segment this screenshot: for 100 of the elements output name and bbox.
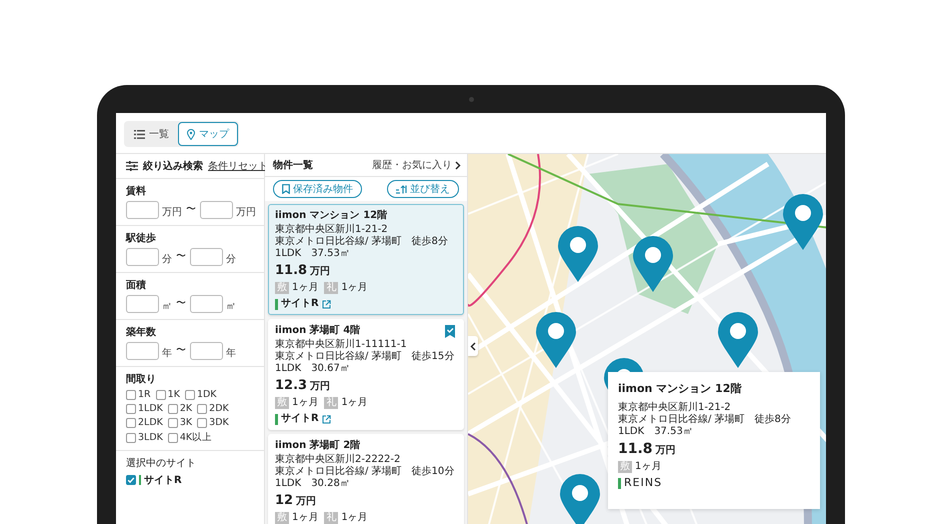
checkbox[interactable] [126,475,136,485]
checkbox-label: 3DK [209,417,229,428]
sort-button[interactable]: 並び替え [387,180,459,198]
bookmark-icon [282,184,290,194]
filter-label: 駅徒歩 [126,232,157,245]
input-field[interactable] [126,295,159,313]
checkbox-label: 2K [180,403,192,414]
filter-label: 築年数 [126,326,157,339]
list-title: 物件一覧 [273,158,314,172]
deposit-text: 1ヶ月 [292,397,318,409]
checkbox-label: 2LDK [138,417,163,428]
unit-label: 分 [226,253,236,266]
property-name: iimon マンション 12階 [618,381,742,396]
location-pin-icon[interactable] [560,474,600,524]
deposit-tag: 敷 [618,461,632,473]
collapse-handle[interactable] [468,336,478,356]
range-separator: 〜 [176,344,186,357]
unit-label: 分 [162,253,172,266]
property-card[interactable]: iimon 茅場町 4階 東京都中央区新川1-11111-1 東京メトロ日比谷線/ 茅場町 徒歩15分 1LDK 30.67㎡ 12.3 万円 敷 1ヶ月 礼 1ヶ月 サイトR [268,319,464,430]
external-link-icon[interactable] [322,414,331,424]
unit-label: 年 [226,347,236,360]
checkbox[interactable] [126,418,136,428]
layout-area-text: 1LDK 37.53㎡ [618,426,694,438]
unit-label: ㎡ [162,300,172,313]
external-link-icon[interactable] [322,300,331,308]
filter-title: 絞り込み検索 [143,159,203,173]
key-money-text: 1ヶ月 [341,397,368,409]
input-field[interactable] [190,248,223,266]
key-money-text: 1ヶ月 [341,282,368,294]
map-pin-icon [187,128,195,140]
deposit-tag: 敷 [275,512,289,524]
deposit-text: 1ヶ月 [635,461,662,473]
layout-area-text: 1LDK 37.53㎡ [275,248,351,260]
view-tab[interactable]: マップ [178,122,238,146]
address-text: 東京都中央区新川2-2222-2 [275,454,402,466]
price-text: 12 [275,493,294,509]
location-pin-icon[interactable] [783,194,823,250]
key-money-tag: 礼 [324,512,338,524]
range-separator: 〜 [186,203,196,216]
price-text: 11.8 [275,263,308,279]
price-text: 12.3 [275,378,308,394]
site-label: サイトR [281,298,319,310]
filter-label: 間取り [126,372,157,386]
input-field[interactable] [190,295,223,313]
address-text: 東京都中央区新川1-11111-1 [275,339,408,350]
price-unit: 万円 [656,444,676,458]
deposit-text: 1ヶ月 [292,512,318,524]
location-pin-icon[interactable] [633,236,673,292]
camera-icon [468,96,474,102]
key-money-tag: 礼 [324,282,338,294]
price-text: 11.8 [618,441,653,457]
sort-icon [396,184,407,194]
history-link[interactable]: 履歴・お気に入り [372,158,461,172]
filter-label: 選択中のサイト [126,456,197,470]
location-pin-icon[interactable] [558,226,598,282]
saved-button[interactable]: 保存済み物件 [273,180,362,198]
filter-label: 賃料 [126,184,147,198]
list-icon [134,130,145,138]
property-card[interactable]: iimon 茅場町 2階 東京都中央区新川2-2222-2 東京メトロ日比谷線/ 茅場町 徒歩10分 1LDK 30.28㎡ 12 万円 敷 1ヶ月 礼 1ヶ月 [268,434,464,524]
property-card[interactable]: iimon マンション 12階 東京都中央区新川1-21-2 東京メトロ日比谷線/ 茅場町 徒歩8分 1LDK 37.53㎡ 11.8 万円 敷 1ヶ月 礼 1ヶ月 サイトR [268,204,464,315]
address-text: 東京都中央区新川1-21-2 [275,224,389,236]
price-unit: 万円 [296,495,316,509]
price-unit: 万円 [310,380,330,394]
checkbox[interactable] [126,432,136,442]
checkbox-label: 4K以上 [180,431,212,444]
input-field[interactable] [126,201,159,219]
checkbox[interactable] [197,418,208,428]
view-tab[interactable]: 一覧 [125,122,178,146]
input-field[interactable] [126,342,159,360]
reset-link[interactable]: 条件リセット [208,159,268,173]
checkbox-label: 2DK [209,403,229,414]
checkbox[interactable] [184,390,195,400]
site-label: サイトR [144,474,182,487]
range-separator: 〜 [176,250,186,263]
location-pin-icon[interactable] [536,312,576,368]
unit-label: 万円 [236,206,256,219]
checkbox[interactable] [126,404,136,414]
checkbox[interactable] [126,390,136,400]
checkbox[interactable] [168,404,178,414]
bookmark-check-icon[interactable] [445,325,455,338]
location-pin-icon[interactable] [718,312,758,368]
access-text: 東京メトロ日比谷線/ 茅場町 徒歩8分 [275,236,449,248]
site-label: サイトR [281,413,319,425]
checkbox[interactable] [197,404,208,414]
checkbox-label: 1LDK [138,403,163,414]
layout-area-text: 1LDK 30.67㎡ [275,363,351,375]
input-field[interactable] [126,248,159,266]
input-field[interactable] [190,342,223,360]
checkbox-label: 1R [138,389,151,400]
unit-label: 万円 [162,206,182,219]
checkbox[interactable] [168,432,178,442]
price-unit: 万円 [310,265,330,279]
property-name: iimon 茅場町 4階 [275,324,360,337]
checkbox[interactable] [156,390,166,400]
unit-label: ㎡ [226,300,236,313]
access-text: 東京メトロ日比谷線/ 茅場町 徒歩10分 [275,466,456,478]
checkbox[interactable] [168,418,178,428]
unit-label: 年 [162,347,172,360]
input-field[interactable] [200,201,233,219]
range-separator: 〜 [176,297,186,310]
